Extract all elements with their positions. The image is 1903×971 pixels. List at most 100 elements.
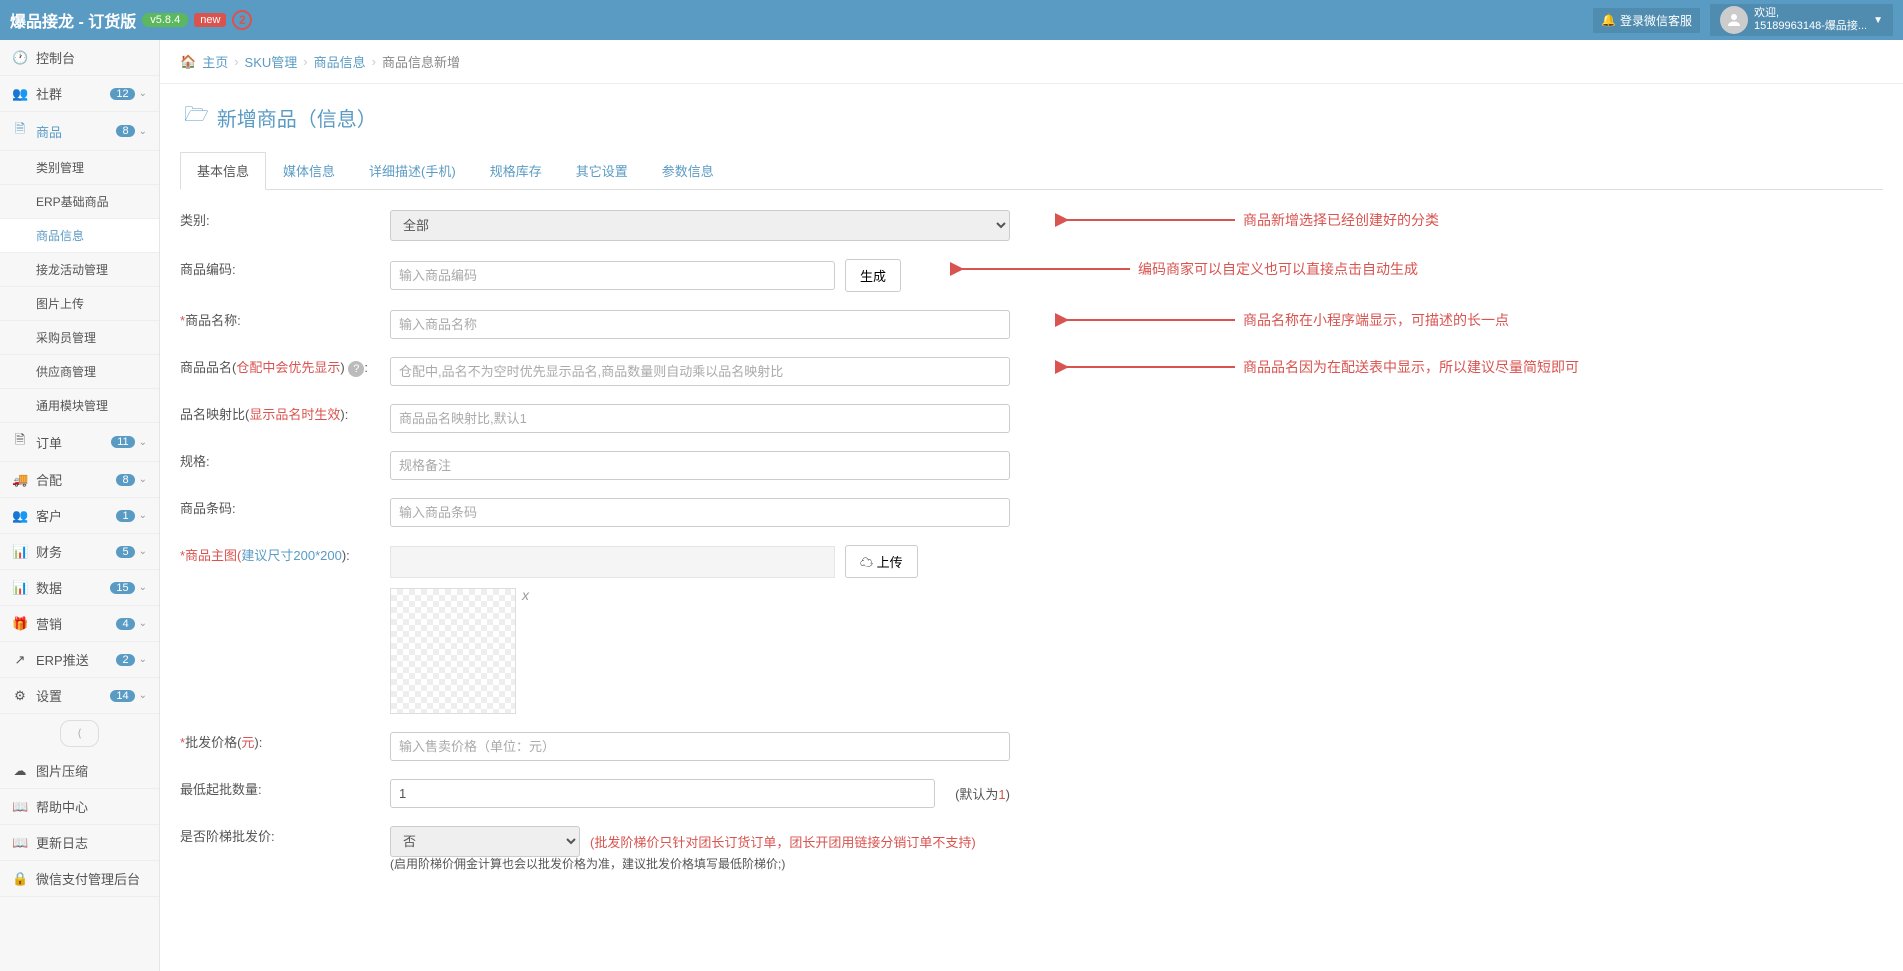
user-text: 欢迎, 15189963148-爆品接... [1754, 7, 1867, 33]
new-badge: new [194, 13, 226, 27]
tab-other[interactable]: 其它设置 [559, 152, 645, 189]
code-input[interactable] [390, 261, 835, 290]
count-badge: 4 [116, 618, 134, 630]
chart-icon: 📊 [12, 544, 28, 560]
user-menu[interactable]: 欢迎, 15189963148-爆品接... ▼ [1710, 4, 1893, 36]
sidebar-item-products[interactable]: 🗎商品 8⌄ [0, 112, 159, 151]
sidebar-label: 订单 [36, 433, 62, 452]
sidebar-item-dashboard[interactable]: 🕐控制台 [0, 40, 159, 76]
image-preview[interactable]: x [390, 588, 516, 714]
sidebar-sub-buyer[interactable]: 采购员管理 [0, 321, 159, 355]
users-icon: 👥 [12, 508, 28, 524]
tab-params[interactable]: 参数信息 [645, 152, 731, 189]
remove-image-icon[interactable]: x [522, 587, 529, 603]
lock-icon: 🔒 [12, 871, 28, 887]
chevron-down-icon: ⌄ [139, 510, 147, 521]
count-badge: 5 [116, 546, 134, 558]
chevron-down-icon: ⌄ [139, 88, 147, 99]
wholesale-input[interactable] [390, 732, 1010, 761]
notif-count-badge[interactable]: 2 [232, 10, 252, 30]
wechat-service-button[interactable]: 🔔 登录微信客服 [1593, 8, 1700, 33]
label-tiered: 是否阶梯批发价: [180, 826, 390, 845]
category-select[interactable]: 全部 [390, 210, 1010, 241]
tiered-select[interactable]: 否 [390, 826, 580, 857]
help-icon[interactable]: ? [348, 361, 364, 377]
breadcrumb-sku[interactable]: SKU管理 [245, 52, 298, 71]
sidebar-sub-product-info[interactable]: 商品信息 [0, 219, 159, 253]
tab-media[interactable]: 媒体信息 [266, 152, 352, 189]
tiered-sub-hint: (启用阶梯价佣金计算也会以批发价格为准，建议批发价格填写最低阶梯价;) [390, 855, 1883, 872]
sidebar-sub-activity[interactable]: 接龙活动管理 [0, 253, 159, 287]
sidebar-sub-supplier[interactable]: 供应商管理 [0, 355, 159, 389]
cloud-icon: ☁ [12, 763, 28, 779]
sidebar-sub-category[interactable]: 类别管理 [0, 151, 159, 185]
name-input[interactable] [390, 310, 1010, 339]
sidebar-collapse-button[interactable]: ⟨ [60, 720, 99, 747]
annotation-3: 商品名称在小程序端显示，可描述的长一点 [1055, 310, 1509, 330]
label-category: 类别: [180, 210, 390, 229]
page-title: 🗁 新增商品（信息） [160, 84, 1903, 142]
sidebar-item-help[interactable]: 📖帮助中心 [0, 789, 159, 825]
tab-detail[interactable]: 详细描述(手机) [352, 152, 473, 189]
upload-button[interactable]: ☁ 上传 [845, 545, 918, 578]
sidebar-label: 图片压缩 [36, 761, 88, 780]
breadcrumb-home[interactable]: 主页 [202, 52, 228, 71]
chevron-down-icon: ⌄ [139, 546, 147, 557]
book-icon: 📖 [12, 835, 28, 851]
header-right: 🔔 登录微信客服 欢迎, 15189963148-爆品接... ▼ [1593, 4, 1893, 36]
sidebar-item-erp-push[interactable]: ↗ERP推送 2⌄ [0, 642, 159, 678]
sidebar-item-marketing[interactable]: 🎁营销 4⌄ [0, 606, 159, 642]
chevron-down-icon: ⌄ [139, 582, 147, 593]
min-qty-input[interactable] [390, 779, 935, 808]
sidebar-item-finance[interactable]: 📊 财务 5 ⌄ [0, 534, 159, 570]
chevron-down-icon: ⌄ [139, 690, 147, 701]
bell-icon: 🔔 [1601, 13, 1616, 27]
ratio-input[interactable] [390, 404, 1010, 433]
sidebar-item-community[interactable]: 👥社群 12⌄ [0, 76, 159, 112]
sidebar-item-customers[interactable]: 👥客户 1⌄ [0, 498, 159, 534]
barcode-input[interactable] [390, 498, 1010, 527]
folder-icon: 🗁 [184, 100, 209, 134]
form: 类别: 全部 商品新增选择已经创建好的分类 商品编码: 生成 [160, 190, 1903, 912]
annotation-2: 编码商家可以自定义也可以直接点击自动生成 [950, 259, 1418, 279]
sidebar-sub-erp-base[interactable]: ERP基础商品 [0, 185, 159, 219]
annotation-1: 商品新增选择已经创建好的分类 [1055, 210, 1439, 230]
sidebar-item-image-compress[interactable]: ☁ 图片压缩 [0, 753, 159, 789]
brand-title: 爆品接龙 - 订货版 [10, 8, 136, 32]
sidebar-sub-image-upload[interactable]: 图片上传 [0, 287, 159, 321]
welcome-label: 欢迎, [1754, 7, 1867, 20]
sidebar-item-delivery[interactable]: 🚚合配 8⌄ [0, 462, 159, 498]
chevron-down-icon: ▼ [1873, 15, 1883, 26]
sidebar-item-data[interactable]: 📊数据 15⌄ [0, 570, 159, 606]
breadcrumb-product[interactable]: 商品信息 [314, 52, 366, 71]
tiered-hint: (批发阶梯价只针对团长订货订单，团长开团用链接分销订单不支持) [590, 832, 976, 851]
label-wholesale: *批发价格(元): [180, 732, 390, 751]
chevron-down-icon: ⌄ [139, 618, 147, 629]
count-badge: 1 [116, 510, 134, 522]
sidebar-sub-module[interactable]: 通用模块管理 [0, 389, 159, 423]
tab-basic[interactable]: 基本信息 [180, 152, 266, 190]
chart-icon: 📊 [12, 580, 28, 596]
count-badge: 14 [110, 690, 134, 702]
annotation-text: 编码商家可以自定义也可以直接点击自动生成 [1138, 259, 1418, 279]
sidebar-label: 设置 [36, 686, 62, 705]
tab-spec[interactable]: 规格库存 [473, 152, 559, 189]
header-left: 爆品接龙 - 订货版 v5.8.4 new 2 [10, 8, 252, 32]
sidebar-item-orders[interactable]: 🗎订单 11⌄ [0, 423, 159, 462]
sidebar-item-settings[interactable]: ⚙ 设置 14 ⌄ [0, 678, 159, 714]
sidebar-item-wechat-pay[interactable]: 🔒微信支付管理后台 [0, 861, 159, 897]
sidebar-label: 商品 [36, 122, 62, 141]
gear-icon: ⚙ [12, 688, 28, 704]
breadcrumb-sep: › [372, 54, 376, 69]
dashboard-icon: 🕐 [12, 50, 28, 66]
alias-input[interactable] [390, 357, 1010, 386]
image-path-field [390, 546, 835, 578]
sidebar-label: 财务 [36, 542, 62, 561]
sidebar: 🕐控制台 👥社群 12⌄ 🗎商品 8⌄ 类别管理 ERP基础商品 商品信息 接龙… [0, 40, 160, 971]
generate-button[interactable]: 生成 [845, 259, 901, 292]
breadcrumb: 🏠 主页 › SKU管理 › 商品信息 › 商品信息新增 [160, 40, 1903, 84]
sidebar-item-changelog[interactable]: 📖更新日志 [0, 825, 159, 861]
sidebar-label: 帮助中心 [36, 797, 88, 816]
spec-input[interactable] [390, 451, 1010, 480]
truck-icon: 🚚 [12, 472, 28, 488]
